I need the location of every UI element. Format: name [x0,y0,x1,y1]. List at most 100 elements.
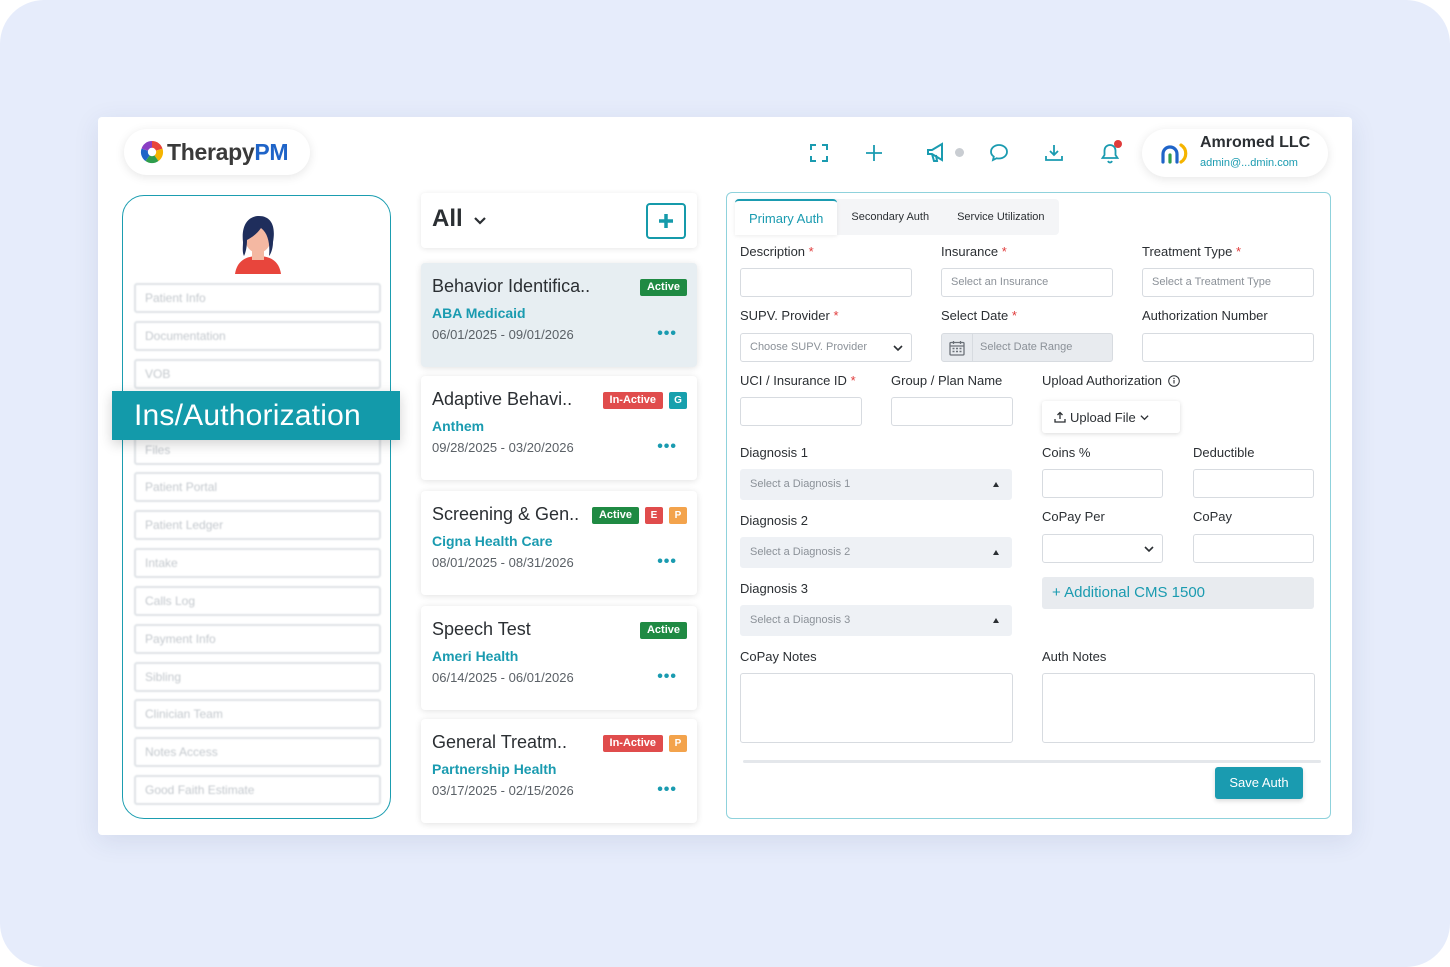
tab-service-utilization[interactable]: Service Utilization [943,199,1058,235]
upload-icon [1054,411,1066,423]
sidebar-item-sibling[interactable]: Sibling [134,662,381,692]
caret-up-icon [993,550,999,555]
plus-icon[interactable] [862,141,886,165]
copay-label: CoPay [1193,509,1233,524]
diagnosis1-select[interactable]: Select a Diagnosis 1 [740,469,1012,500]
user-menu[interactable]: Amromed LLC admin@...dmin.com [1142,129,1328,177]
calendar-icon [949,341,965,356]
diagnosis3-select[interactable]: Select a Diagnosis 3 [740,605,1012,636]
upload-auth-label: Upload Authorization [1042,373,1180,388]
auth-card[interactable]: General Treatm.. In-Active P Partnership… [421,719,697,823]
sidebar-item-ins-authorization[interactable]: Ins/Authorization [112,391,400,440]
group-plan-input[interactable] [891,397,1013,426]
description-label: Description * [740,244,814,259]
brand-logo[interactable]: TherapyPM [124,129,310,175]
add-authorization-button[interactable] [646,203,686,239]
chevron-down-icon [893,345,903,352]
more-options-icon[interactable]: ••• [657,668,677,686]
treatment-type-label: Treatment Type * [1142,244,1242,259]
deductible-input[interactable] [1193,469,1314,498]
more-options-icon[interactable]: ••• [657,553,677,571]
auth-card-title: Behavior Identifica.. [432,276,591,296]
sidebar-item-documentation[interactable]: Documentation [134,321,381,351]
status-badge: Active [639,279,687,296]
sidebar-item-vob[interactable]: VOB [134,359,381,389]
sidebar-item-patient-portal[interactable]: Patient Portal [134,472,381,502]
copay-input[interactable] [1193,534,1314,563]
select-date-label: Select Date * [941,308,1017,323]
auth-card[interactable]: Screening & Gen.. Active E P Cigna Healt… [421,491,697,595]
auth-card-title: Speech Test [432,619,531,639]
copay-notes-textarea[interactable] [740,673,1013,743]
auth-card-title: Screening & Gen.. [432,504,580,524]
expand-icon[interactable] [807,141,831,165]
insurance-select[interactable]: Select an Insurance [941,268,1113,297]
megaphone-icon[interactable] [926,141,950,165]
auth-card-dates: 09/28/2025 - 03/20/2026 [432,440,574,455]
info-icon [1167,375,1180,387]
auth-card[interactable]: Speech Test Active Ameri Health 06/14/20… [421,606,697,710]
sidebar-item-payment-info[interactable]: Payment Info [134,624,381,654]
sidebar-item-calls-log[interactable]: Calls Log [134,586,381,616]
auth-card-insurance: Cigna Health Care [432,533,553,549]
auth-card-dates: 06/14/2025 - 06/01/2026 [432,670,574,685]
auth-card-dates: 08/01/2025 - 08/31/2026 [432,555,574,570]
auth-card-dates: 06/01/2025 - 09/01/2026 [432,327,574,342]
more-options-icon[interactable]: ••• [657,781,677,799]
diagnosis2-select[interactable]: Select a Diagnosis 2 [740,537,1012,568]
more-options-icon[interactable]: ••• [657,438,677,456]
status-badge: In-Active [602,392,663,409]
coins-input[interactable] [1042,469,1163,498]
chevron-down-icon [1144,546,1154,553]
download-icon[interactable] [1042,141,1066,165]
app-window: TherapyPM Amromed LLC admin@...dmin.com [98,117,1352,835]
chevron-down-icon[interactable] [473,214,487,228]
brand-mark-icon [140,140,164,164]
sidebar-item-patient-ledger[interactable]: Patient Ledger [134,510,381,540]
authorization-form: Primary Auth Secondary Auth Service Util… [726,192,1331,819]
copay-per-select[interactable] [1042,534,1163,563]
bell-icon[interactable] [1098,140,1122,165]
auth-card[interactable]: Behavior Identifica.. Active ABA Medicai… [421,263,697,367]
treatment-type-select[interactable]: Select a Treatment Type [1142,268,1314,297]
auth-notes-textarea[interactable] [1042,673,1315,743]
supv-provider-select[interactable]: Choose SUPV. Provider [740,333,912,362]
tag-badge: P [669,735,687,752]
date-range-input[interactable]: Select Date Range [941,333,1113,362]
save-auth-button[interactable]: Save Auth [1215,767,1303,799]
status-badge: Active [591,507,639,524]
sidebar-item-intake[interactable]: Intake [134,548,381,578]
auth-card-insurance: Anthem [432,418,485,434]
group-plan-label: Group / Plan Name [891,373,1003,388]
auth-number-input[interactable] [1142,333,1314,362]
additional-cms-button[interactable]: + Additional CMS 1500 [1042,577,1314,609]
upload-file-button[interactable]: Upload File [1042,401,1180,433]
chat-icon[interactable] [987,141,1011,165]
filter-select[interactable]: All [432,205,463,233]
more-options-icon[interactable]: ••• [657,325,677,343]
sidebar-item-patient-info[interactable]: Patient Info [134,283,381,313]
auth-card-title: General Treatm.. [432,732,568,752]
auth-card[interactable]: Adaptive Behavi.. In-Active G Anthem 09/… [421,376,697,480]
uci-input[interactable] [740,397,862,426]
sidebar-item-notes-access[interactable]: Notes Access [134,737,381,767]
auth-tabs: Primary Auth Secondary Auth Service Util… [735,199,1059,235]
brand-name: TherapyPM [167,138,289,165]
description-input[interactable] [740,268,912,297]
caret-up-icon [993,618,999,623]
avatar [235,216,281,274]
copay-notes-label: CoPay Notes [740,649,817,664]
sidebar-item-good-faith-estimate[interactable]: Good Faith Estimate [134,775,381,805]
insurance-label: Insurance * [941,244,1007,259]
uci-label: UCI / Insurance ID * [740,373,856,388]
auth-card-insurance: ABA Medicaid [432,305,526,321]
form-divider [743,760,1321,763]
diagnosis3-label: Diagnosis 3 [740,581,808,596]
patient-sidebar: Patient Info Documentation VOB Files Pat… [122,195,391,819]
sidebar-item-clinician-team[interactable]: Clinician Team [134,699,381,729]
tab-primary-auth[interactable]: Primary Auth [735,199,838,235]
tag-badge: G [669,392,687,409]
auth-card-dates: 03/17/2025 - 02/15/2026 [432,783,574,798]
tab-secondary-auth[interactable]: Secondary Auth [837,199,943,235]
status-badge: In-Active [602,735,663,752]
